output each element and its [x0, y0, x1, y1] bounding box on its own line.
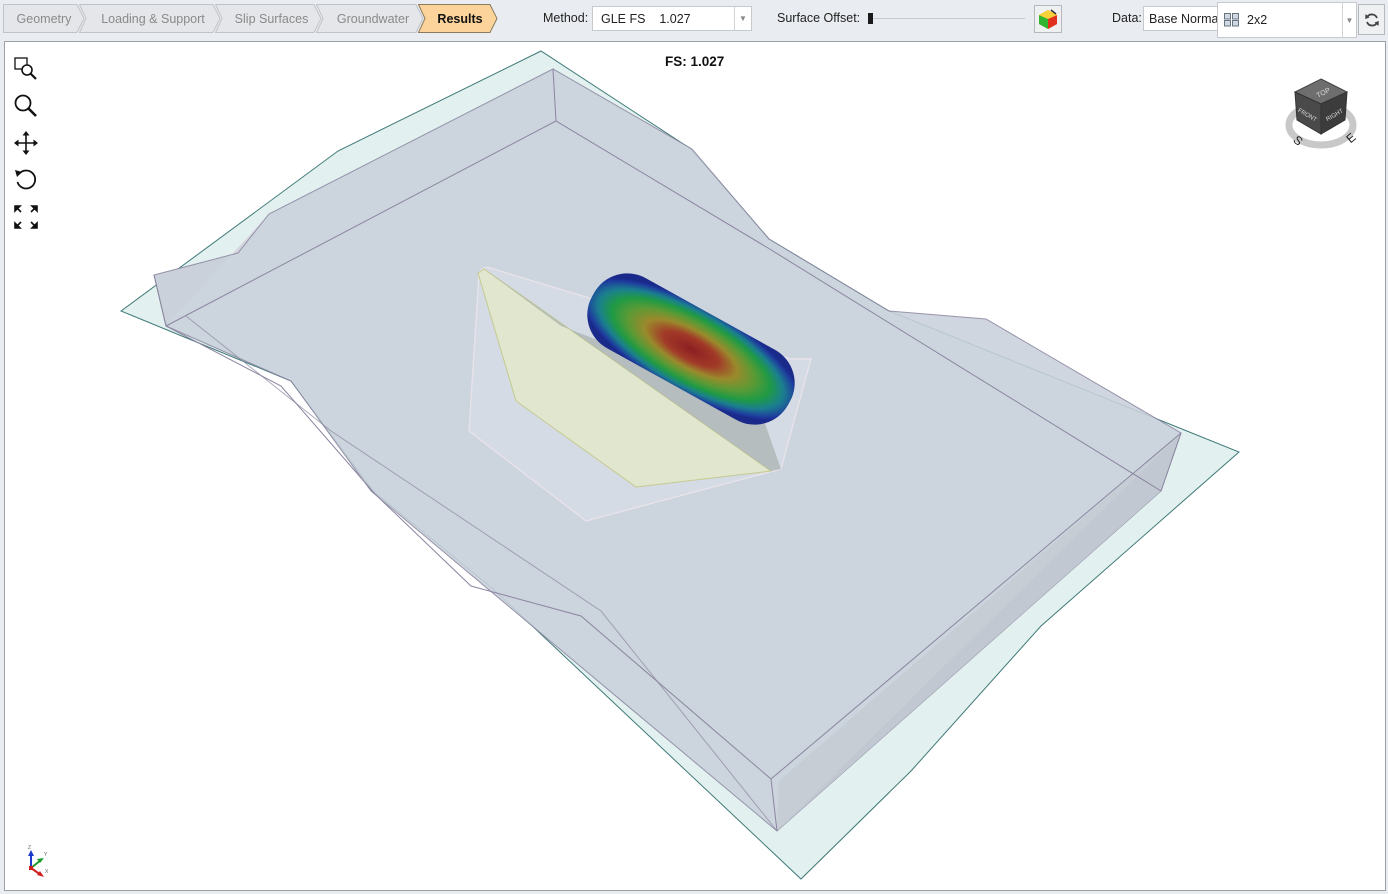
surface-offset-label: Surface Offset:	[777, 11, 861, 25]
zoom-button[interactable]	[11, 87, 41, 124]
axis-y-label: Y	[44, 852, 48, 858]
chevron-down-icon[interactable]: ▼	[1342, 3, 1356, 37]
method-value: GLE FS 1.027	[601, 11, 691, 26]
axis-triad-icon: Z Y X	[28, 845, 49, 877]
axis-z-label: Z	[28, 845, 31, 851]
surface-offset-slider[interactable]	[870, 18, 1025, 19]
refresh-icon	[1364, 13, 1379, 26]
fs-label: FS: 1.027	[665, 54, 725, 69]
axis-x-label: X	[45, 869, 49, 875]
layout-value: 2x2	[1247, 13, 1268, 27]
rotate-icon	[15, 169, 37, 189]
method-dropdown[interactable]: GLE FS 1.027 ▼	[592, 6, 752, 31]
rotate-button[interactable]	[11, 161, 41, 198]
tab-slip-surfaces[interactable]: Slip Surfaces	[215, 4, 322, 33]
refresh-button[interactable]	[1358, 4, 1385, 35]
layout-dropdown[interactable]: 2x2 ▼	[1217, 2, 1357, 38]
pan-icon	[14, 130, 38, 155]
chevron-down-icon[interactable]: ▼	[734, 7, 751, 30]
axis-triad: Z Y X	[19, 842, 49, 882]
grid-2x2-icon	[1224, 13, 1239, 27]
zoom-extents-icon	[14, 204, 38, 229]
tab-geometry[interactable]: Geometry	[3, 4, 85, 33]
data-label: Data:	[1112, 11, 1142, 25]
compass-e: E	[1343, 130, 1358, 146]
method-label: Method:	[543, 11, 589, 25]
tab-loading-support[interactable]: Loading & Support	[79, 4, 221, 33]
navcube-icon: TOP FRONT RIGHT S E	[1285, 78, 1359, 149]
tab-results[interactable]: Results	[418, 4, 498, 33]
contour-settings-button[interactable]	[1034, 5, 1062, 33]
contour-cube-icon	[1039, 9, 1057, 29]
3d-viewport[interactable]: FS: 1.027 TOP FRONT RIGHT S E Z Y X	[4, 41, 1386, 891]
view-toolbar	[11, 50, 41, 235]
zoom-extents-button[interactable]	[11, 198, 41, 235]
data-dropdown[interactable]: Base Normal	[1143, 6, 1223, 31]
zoom-icon	[14, 94, 37, 117]
slope-model-3d	[119, 50, 1240, 880]
view-navigation-cube[interactable]: TOP FRONT RIGHT S E	[1283, 62, 1363, 152]
surface-offset-slider-thumb[interactable]	[868, 13, 873, 24]
workflow-breadcrumb: Geometry Loading & Support Slip Surfaces…	[3, 4, 498, 33]
toolbar: Geometry Loading & Support Slip Surfaces…	[0, 0, 1388, 40]
data-value: Base Normal	[1149, 11, 1222, 26]
tab-groundwater[interactable]: Groundwater	[316, 4, 424, 33]
pan-button[interactable]	[11, 124, 41, 161]
zoom-window-icon	[14, 56, 37, 80]
zoom-window-button[interactable]	[11, 50, 41, 87]
